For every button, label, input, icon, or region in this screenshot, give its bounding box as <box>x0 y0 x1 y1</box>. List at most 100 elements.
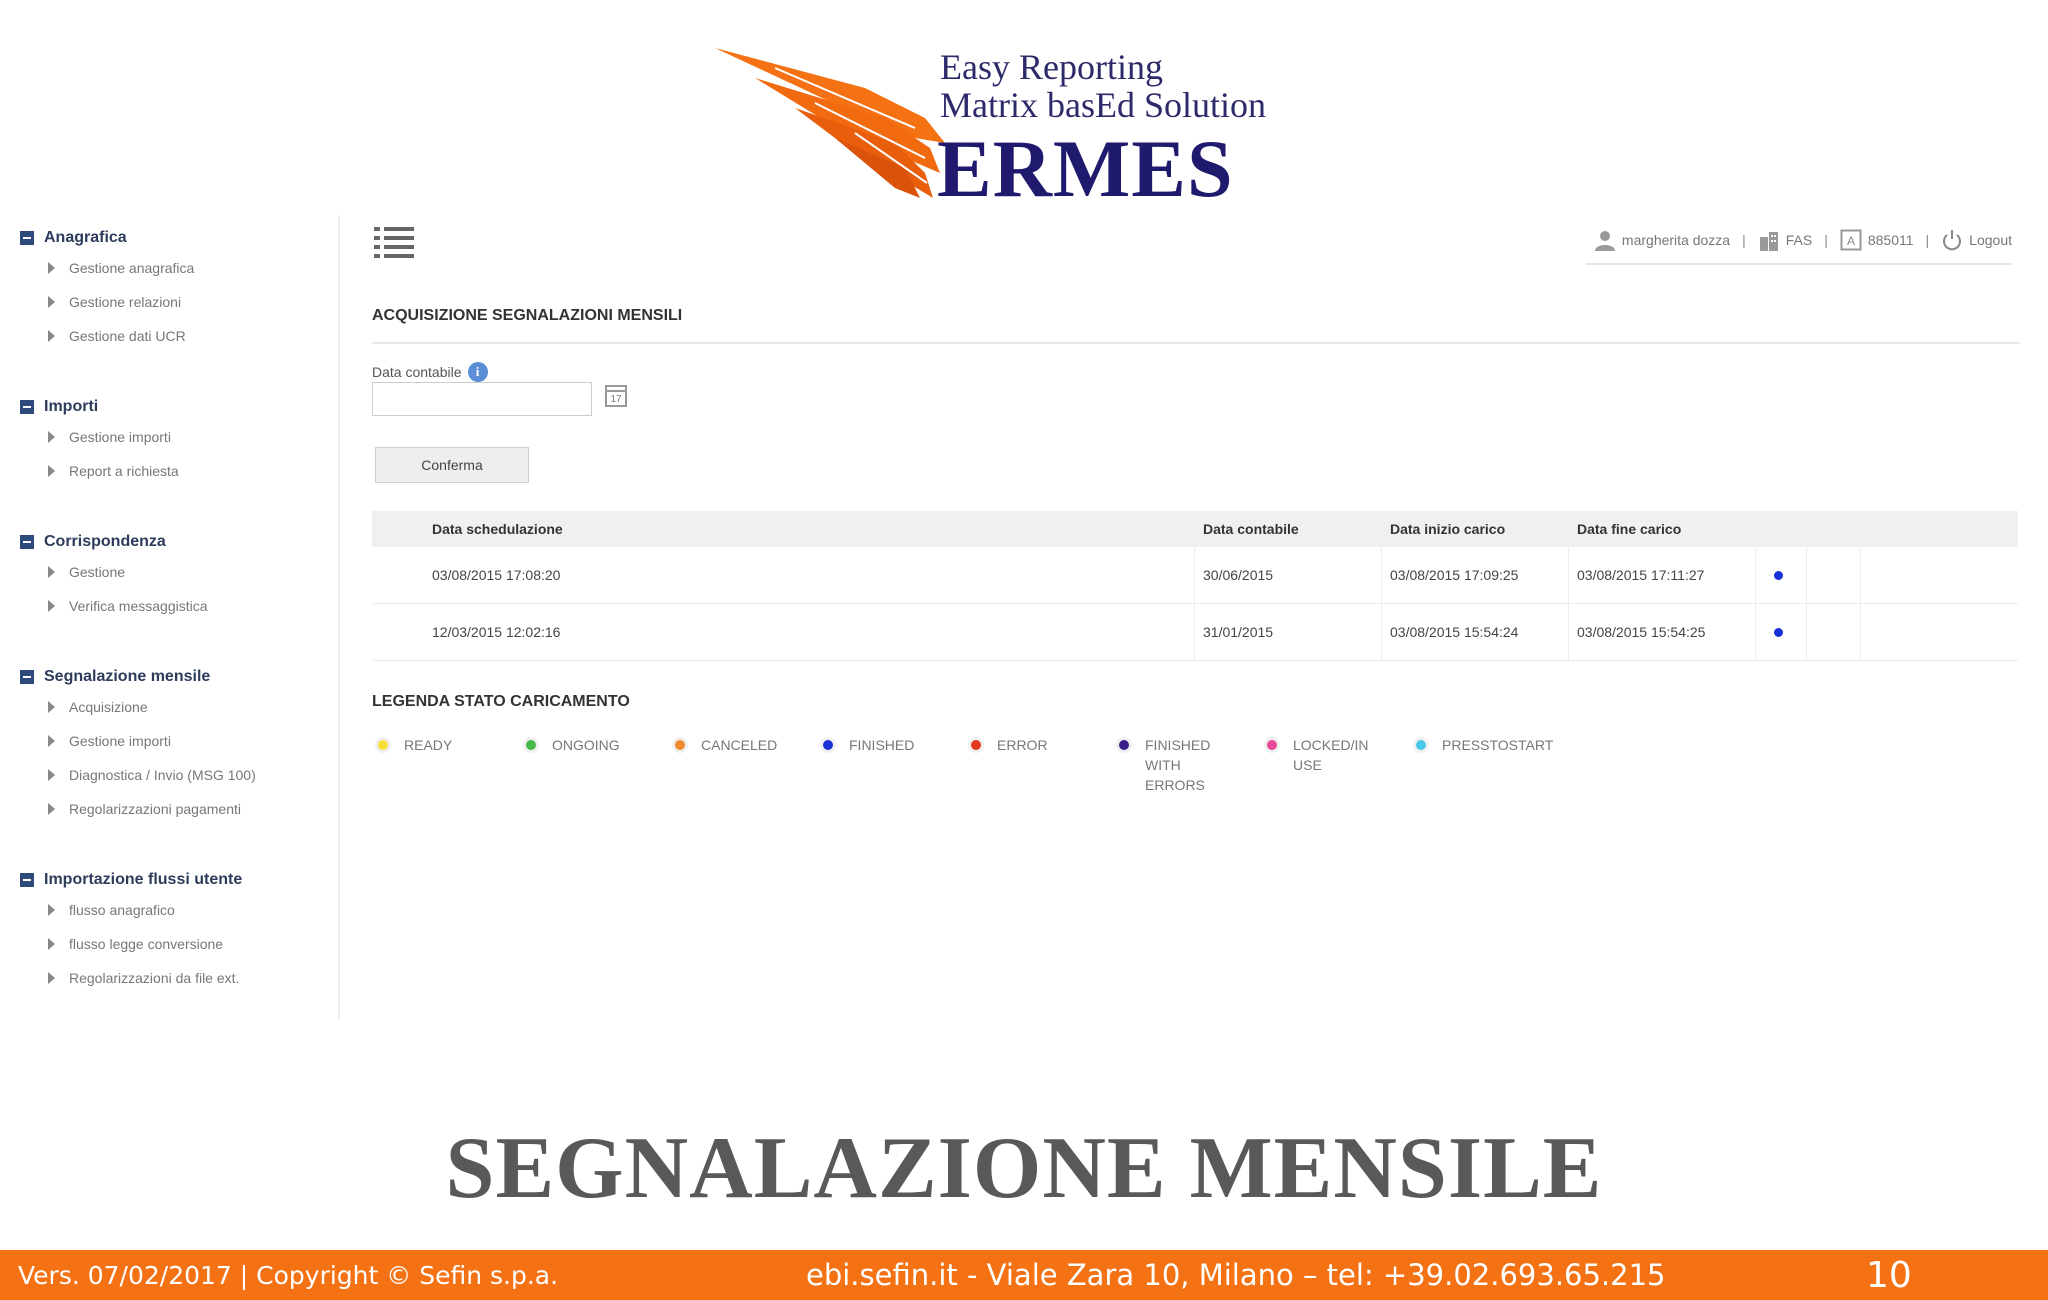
legend-item: READY <box>372 735 492 755</box>
sidebar-item[interactable]: Gestione dati UCR <box>20 319 194 353</box>
sidebar-section-importi: Importi Gestione importi Report a richie… <box>20 394 179 488</box>
legend-title: LEGENDA STATO CARICAMENTO <box>372 693 630 710</box>
ermes-logo: Easy Reporting Matrix basEd Solution ERM… <box>715 40 1275 210</box>
sidebar-item[interactable]: Gestione <box>20 555 208 589</box>
date-field-label: Data contabile i <box>372 362 488 382</box>
legend-label: PRESSTOSTART <box>1442 737 1554 753</box>
account-code[interactable]: A 885011 <box>1840 229 1914 251</box>
caret-right-icon <box>48 566 55 578</box>
caret-right-icon <box>48 262 55 274</box>
confirm-button[interactable]: Conferma <box>375 447 529 483</box>
sidebar-item-label: Regolarizzazioni pagamenti <box>69 801 241 817</box>
footer-copyright: Vers. 07/02/2017 | Copyright © Sefin s.p… <box>18 1260 559 1290</box>
status-legend: READY ONGOING CANCELED FINISHED ERROR FI… <box>372 735 1632 793</box>
sidebar-item[interactable]: Verifica messaggistica <box>20 589 208 623</box>
sidebar-item-label: flusso legge conversione <box>69 936 224 952</box>
cell-data-fine: 03/08/2015 17:11:27 <box>1577 567 1705 583</box>
sidebar-item[interactable]: Report a richiesta <box>20 454 179 488</box>
legend-dot-icon <box>1119 740 1129 750</box>
sidebar-item[interactable]: Acquisizione <box>20 690 256 724</box>
sidebar-item-label: Gestione relazioni <box>69 294 182 310</box>
user-icon <box>1594 231 1615 251</box>
collapse-icon <box>20 231 34 245</box>
sidebar-section-title: Anagrafica <box>44 229 127 246</box>
sidebar-item[interactable]: Gestione anagrafica <box>20 251 194 285</box>
sidebar-item[interactable]: Regolarizzazioni pagamenti <box>20 792 256 826</box>
caret-right-icon <box>48 938 55 950</box>
legend-label: READY <box>404 737 453 753</box>
legend-dot-icon <box>971 740 981 750</box>
account-code-value: 885011 <box>1867 232 1914 248</box>
legend-item: FINISHED <box>817 735 937 755</box>
separator: | <box>1824 232 1828 248</box>
table-row[interactable]: 12/03/2015 12:02:16 31/01/2015 03/08/201… <box>372 604 2018 661</box>
sidebar-section-header[interactable]: Segnalazione mensile <box>20 664 256 690</box>
status-dot-icon <box>1774 570 1783 580</box>
calendar-icon[interactable]: 17 <box>605 385 627 407</box>
cell-data-inizio: 03/08/2015 15:54:24 <box>1390 624 1519 640</box>
logout-link[interactable]: Logout <box>1941 229 2012 251</box>
sidebar-item[interactable]: Gestione relazioni <box>20 285 194 319</box>
sidebar-item[interactable]: Gestione importi <box>20 724 256 758</box>
column-header[interactable]: Data inizio carico <box>1390 511 1505 547</box>
cell-data-schedulazione: 03/08/2015 17:08:20 <box>432 567 561 583</box>
status-dot-icon <box>1774 627 1783 637</box>
legend-item: ERROR <box>965 735 1085 755</box>
sidebar-item-label: Verifica messaggistica <box>69 598 208 614</box>
column-header[interactable]: Data schedulazione <box>432 511 563 547</box>
column-header[interactable]: Data fine carico <box>1577 511 1681 547</box>
legend-item: FINISHED WITH ERRORS <box>1113 735 1223 795</box>
sidebar-section-header[interactable]: Importazione flussi utente <box>20 867 242 893</box>
caret-right-icon <box>48 465 55 477</box>
column-header[interactable]: Data contabile <box>1203 511 1299 547</box>
legend-dot-icon <box>1416 740 1426 750</box>
table-row[interactable]: 03/08/2015 17:08:20 30/06/2015 03/08/201… <box>372 547 2018 604</box>
collapse-icon <box>20 400 34 414</box>
caret-right-icon <box>48 600 55 612</box>
legend-dot-icon <box>526 740 536 750</box>
sidebar-item-label: Gestione anagrafica <box>69 260 195 276</box>
caret-right-icon <box>48 701 55 713</box>
sidebar-item-label: Report a richiesta <box>69 463 179 479</box>
divider <box>372 342 2020 344</box>
page-number: 10 <box>1866 1254 1912 1296</box>
sidebar-item[interactable]: flusso anagrafico <box>20 893 242 927</box>
caret-right-icon <box>48 296 55 308</box>
menu-list-icon[interactable] <box>374 225 414 261</box>
logout-label: Logout <box>1969 232 2012 248</box>
page-title: ACQUISIZIONE SEGNALAZIONI MENSILI <box>372 307 683 324</box>
org-menu[interactable]: FAS <box>1758 229 1812 251</box>
sidebar-section-segnalazione-mensile: Segnalazione mensile Acquisizione Gestio… <box>20 664 256 826</box>
footer-contact: ebi.sefin.it - Viale Zara 10, Milano – t… <box>806 1258 1666 1292</box>
sidebar-section-importazione-flussi: Importazione flussi utente flusso anagra… <box>20 867 242 995</box>
sidebar-section-header[interactable]: Importi <box>20 394 179 420</box>
caret-right-icon <box>48 803 55 815</box>
slide-title: SEGNALAZIONE MENSILE <box>445 1120 1603 1217</box>
legend-item: ONGOING <box>520 735 640 755</box>
date-contabile-input[interactable] <box>372 382 592 416</box>
info-icon[interactable]: i <box>467 362 488 382</box>
sidebar-item[interactable]: flusso legge conversione <box>20 927 242 961</box>
sidebar-section-header[interactable]: Anagrafica <box>20 225 194 251</box>
status-indicator <box>1774 604 1783 660</box>
sidebar-section-header[interactable]: Corrispondenza <box>20 529 208 555</box>
user-menu[interactable]: margherita dozza <box>1594 229 1730 251</box>
sidebar-item[interactable]: Regolarizzazioni da file ext. <box>20 961 242 995</box>
main-content: margherita dozza | FAS | A 885011 | Logo… <box>372 215 2020 815</box>
sidebar-item-label: Gestione dati UCR <box>69 328 186 344</box>
sidebar-item[interactable]: Gestione importi <box>20 420 179 454</box>
sidebar-section-anagrafica: Anagrafica Gestione anagrafica Gestione … <box>20 225 194 353</box>
sidebar-item-label: Gestione importi <box>69 733 171 749</box>
sidebar-item[interactable]: Diagnostica / Invio (MSG 100) <box>20 758 256 792</box>
building-icon <box>1759 232 1778 251</box>
legend-item: PRESSTOSTART <box>1410 735 1570 755</box>
sidebar-item-label: flusso anagrafico <box>69 902 175 918</box>
caret-right-icon <box>48 735 55 747</box>
wing-logo-icon <box>715 48 945 198</box>
user-bar: margherita dozza | FAS | A 885011 | Logo… <box>1585 225 2012 265</box>
caret-right-icon <box>48 904 55 916</box>
sidebar-section-title: Importazione flussi utente <box>44 871 243 888</box>
sidebar-section-corrispondenza: Corrispondenza Gestione Verifica messagg… <box>20 529 208 623</box>
separator: | <box>1742 232 1746 248</box>
sidebar-item-label: Gestione importi <box>69 429 171 445</box>
